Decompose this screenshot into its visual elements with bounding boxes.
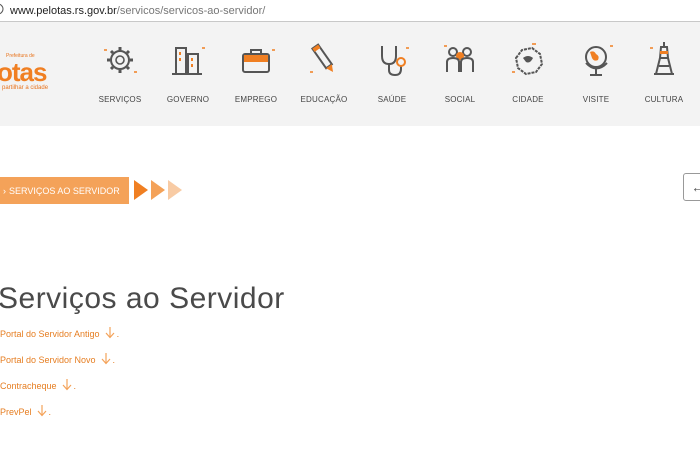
separator-dot: . [112, 355, 116, 365]
nav-label: EDUCAÇÃO [300, 95, 348, 104]
link-prevpel[interactable]: PrevPel . [0, 399, 119, 425]
address-bar[interactable]: www.pelotas.rs.gov.br/servicos/servicos-… [0, 0, 700, 22]
nav-item-visite[interactable]: VISITE [562, 38, 630, 118]
stethoscope-icon [381, 46, 409, 77]
url-path: /servicos/servicos-ao-servidor/ [116, 4, 266, 17]
nav-label: SOCIAL [444, 95, 476, 104]
logo-text: otas [0, 57, 47, 87]
nav-label: SERVIÇOS [98, 95, 142, 104]
separator-dot: . [73, 381, 77, 391]
download-arrow-icon [101, 353, 111, 367]
url-text[interactable]: www.pelotas.rs.gov.br/servicos/servicos-… [10, 5, 265, 17]
arrow-left-icon: ← [691, 179, 700, 195]
nav-item-governo[interactable]: GOVERNO [154, 38, 222, 118]
link-label: Portal do Servidor Antigo [0, 329, 100, 339]
nav-label: CULTURA [644, 95, 684, 104]
nav-item-emprego[interactable]: EMPREGO [222, 38, 290, 118]
nav-item-servicos[interactable]: SERVIÇOS [86, 38, 154, 118]
link-label: Portal do Servidor Novo [0, 355, 96, 365]
logo-tagline: partilhar a cidade [2, 85, 49, 91]
nav-item-educacao[interactable]: EDUCAÇÃO [290, 38, 358, 118]
page-title: Serviços ao Servidor [0, 282, 285, 316]
breadcrumb-separator-icon: › [3, 185, 6, 196]
map-icon [512, 43, 544, 76]
people-icon [444, 45, 474, 72]
download-arrow-icon [105, 327, 115, 341]
separator-dot: . [48, 407, 52, 417]
info-icon[interactable] [0, 2, 6, 20]
breadcrumb-chevrons-icon [134, 180, 182, 200]
back-button[interactable]: ← [683, 173, 700, 201]
link-label: Contracheque [0, 381, 57, 391]
separator-dot: . [116, 329, 120, 339]
site-header: Prefeitura de otas partilhar a cidade SE… [0, 22, 700, 126]
gear-icon [104, 47, 137, 73]
url-host: www.pelotas.rs.gov.br [10, 4, 117, 17]
breadcrumb: › SERVIÇOS AO SERVIDOR [0, 177, 129, 204]
link-label: PrevPel [0, 407, 32, 417]
link-portal-servidor-novo[interactable]: Portal do Servidor Novo . [0, 347, 119, 373]
nav-item-cultura[interactable]: CULTURA [630, 38, 698, 118]
link-contracheque[interactable]: Contracheque . [0, 373, 119, 399]
download-arrow-icon [62, 379, 72, 393]
nav-item-social[interactable]: SOCIAL [426, 38, 494, 118]
link-portal-servidor-antigo[interactable]: Portal do Servidor Antigo . [0, 321, 119, 347]
nav-label: GOVERNO [166, 95, 210, 104]
site-logo[interactable]: Prefeitura de otas partilhar a cidade [0, 53, 70, 95]
service-links: Portal do Servidor Antigo . Portal do Se… [0, 321, 119, 425]
buildings-icon [172, 47, 205, 75]
breadcrumb-current: SERVIÇOS AO SERVIDOR [9, 185, 120, 196]
nav-label: EMPREGO [234, 95, 278, 104]
pencil-icon [310, 43, 334, 73]
nav-label: VISITE [582, 95, 610, 104]
nav-label: CIDADE [512, 95, 544, 104]
briefcase-icon [242, 49, 275, 73]
nav-label: SAÚDE [377, 95, 407, 104]
globe-icon [585, 45, 613, 76]
nav-item-saude[interactable]: SAÚDE [358, 38, 426, 118]
tower-icon [650, 42, 674, 75]
download-arrow-icon [37, 405, 47, 419]
nav-item-cidade[interactable]: CIDADE [494, 38, 562, 118]
